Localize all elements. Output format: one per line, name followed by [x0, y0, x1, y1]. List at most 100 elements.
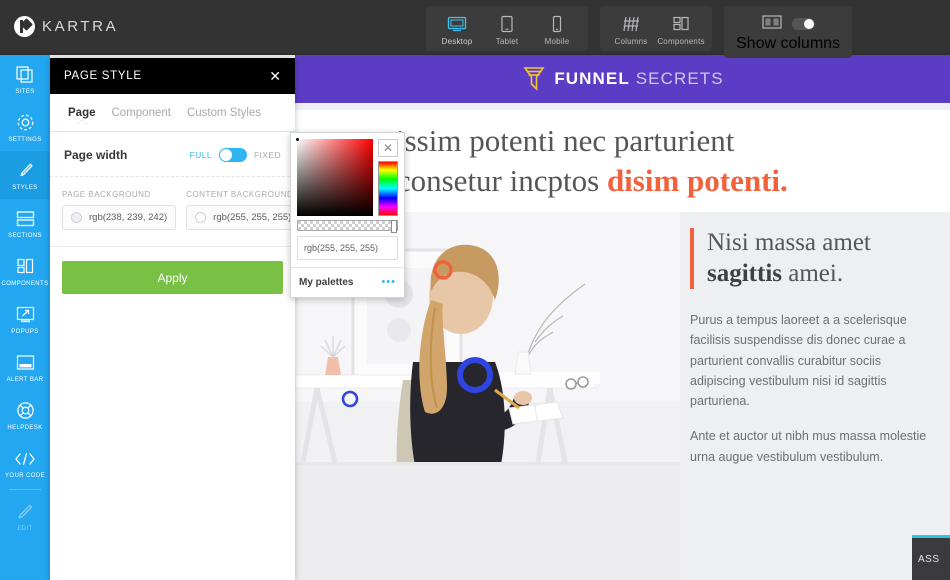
device-tablet-label: Tablet	[495, 37, 519, 46]
feature-heading: Nisi massa amet sagittis amei.	[690, 228, 940, 289]
hue-slider[interactable]	[378, 161, 398, 216]
top-toolbar: KARTRA Desktop Tablet Mobile Columns Com…	[0, 0, 950, 58]
close-icon[interactable]: ✕	[378, 139, 398, 157]
left-sidebar: SITES SETTINGS STYLES SECTIONS COMPONENT	[0, 55, 50, 580]
components-label: Components	[657, 37, 705, 46]
code-brackets-icon	[13, 448, 37, 470]
brand-logo[interactable]: KARTRA	[14, 16, 118, 37]
more-dots-icon[interactable]: •••	[381, 277, 396, 288]
sections-rows-icon	[15, 208, 36, 230]
tab-custom-styles[interactable]: Custom Styles	[179, 107, 269, 119]
show-columns-control[interactable]: Show columns	[732, 11, 844, 54]
popup-window-icon	[15, 304, 36, 326]
feature-text-column: Nisi massa amet sagittis amei. Purus a t…	[680, 212, 950, 580]
sidebar-item-helpdesk[interactable]: HELPDESK	[0, 391, 50, 439]
site-brand-light: SECRETS	[635, 69, 724, 88]
my-palettes-row: My palettes •••	[291, 267, 404, 297]
page-width-label: Page width	[64, 148, 128, 162]
feature-heading-line2: sagittis amei.	[707, 259, 940, 290]
page-background-caption: PAGE BACKGROUND	[62, 190, 151, 199]
my-palettes-label: My palettes	[299, 277, 354, 288]
lifebuoy-icon	[15, 400, 36, 422]
content-background-swatch[interactable]	[195, 212, 207, 223]
sidebar-item-sites[interactable]: SITES	[0, 55, 50, 103]
background-color-row: PAGE BACKGROUND rgb(238, 239, 242) CONTE…	[50, 177, 301, 247]
site-logo[interactable]: FUNNEL SECRETS	[521, 64, 723, 94]
sv-cursor-handle[interactable]	[295, 137, 300, 142]
page-background-field: PAGE BACKGROUND rgb(238, 239, 242)	[62, 190, 177, 230]
site-banner: FUNNEL SECRETS	[295, 55, 950, 103]
feature-paragraph-2: Ante et auctor ut nibh mus massa molesti…	[690, 429, 927, 464]
panel-body: Page width FULL FIXED PAGE BACKGROUND rg…	[50, 132, 301, 308]
tab-component[interactable]: Component	[104, 107, 179, 119]
alert-bar-icon	[15, 352, 36, 374]
sidebar-label-helpdesk: HELPDESK	[7, 424, 43, 431]
alpha-slider-handle[interactable]	[391, 220, 397, 233]
alpha-slider[interactable]	[297, 220, 398, 233]
sidebar-label-alert-bar: ALERT BAR	[6, 376, 44, 383]
sidebar-item-styles[interactable]: STYLES	[0, 151, 50, 199]
components-button[interactable]: Components	[657, 11, 705, 47]
page-background-input[interactable]: rgb(238, 239, 242)	[62, 205, 177, 230]
show-columns-label: Show columns	[736, 35, 841, 52]
sidebar-label-popups: POPUPS	[11, 328, 39, 335]
funnel-icon	[521, 64, 547, 94]
device-mobile-label: Mobile	[544, 37, 570, 46]
apply-button[interactable]: Apply	[62, 261, 283, 294]
content-background-field: CONTENT BACKGROUND rgb(255, 255, 255)	[186, 190, 301, 230]
components-blocks-icon	[15, 256, 36, 278]
page-background-swatch[interactable]	[71, 212, 82, 223]
sidebar-label-edit: EDIT	[17, 525, 33, 532]
color-picker-top: ✕	[291, 133, 404, 220]
show-columns-group: Show columns	[724, 6, 853, 58]
close-icon[interactable]: ✕	[269, 69, 281, 83]
device-desktop-button[interactable]: Desktop	[434, 11, 480, 47]
site-brand-bold: FUNNEL	[554, 69, 630, 88]
panel-title: PAGE STYLE	[64, 70, 142, 82]
columns-button[interactable]: Columns	[608, 11, 654, 47]
feature-heading-line1: Nisi massa amet	[707, 229, 871, 256]
feature-paragraph-1: Purus a tempus laoreet a a scelerisque f…	[690, 313, 907, 408]
sidebar-label-your-code: YOUR CODE	[5, 472, 45, 479]
feature-heading-bold: sagittis	[707, 259, 782, 287]
page-width-row: Page width FULL FIXED	[50, 132, 295, 177]
panel-tabs: Page Component Custom Styles	[50, 94, 295, 132]
sidebar-label-sites: SITES	[15, 88, 35, 95]
assistant-badge[interactable]: ASS	[912, 535, 950, 580]
device-tablet-button[interactable]: Tablet	[484, 11, 530, 47]
page-style-panel: PAGE STYLE ✕ Page Component Custom Style…	[50, 58, 301, 580]
sidebar-item-alert-bar[interactable]: ALERT BAR	[0, 343, 50, 391]
page-width-option-fixed[interactable]: FIXED	[254, 150, 281, 160]
sidebar-label-styles: STYLES	[12, 184, 38, 191]
content-background-input[interactable]: rgb(255, 255, 255)	[186, 205, 301, 230]
show-columns-toggle[interactable]	[792, 18, 816, 30]
sidebar-item-sections[interactable]: SECTIONS	[0, 199, 50, 247]
sidebar-label-settings: SETTINGS	[8, 136, 42, 143]
pencil-icon	[15, 501, 35, 523]
desktop-monitor-icon	[447, 13, 467, 35]
color-value-input[interactable]: rgb(255, 255, 255)	[297, 236, 398, 260]
kartra-page-builder: KARTRA Desktop Tablet Mobile Columns Com…	[0, 0, 950, 580]
two-column-icon	[761, 14, 783, 35]
sidebar-item-your-code[interactable]: YOUR CODE	[0, 439, 50, 487]
site-brand-text: FUNNEL SECRETS	[554, 69, 723, 89]
hero-heading-accent: disim potenti.	[606, 163, 788, 198]
sidebar-item-settings[interactable]: SETTINGS	[0, 103, 50, 151]
hero-heading-line1: gnissim potenti nec parturient	[365, 123, 735, 159]
gear-icon	[15, 112, 36, 134]
mobile-phone-icon	[551, 13, 563, 35]
sidebar-item-components[interactable]: COMPONENTS	[0, 247, 50, 295]
page-width-toggle-group[interactable]: FULL FIXED	[190, 148, 281, 162]
page-width-toggle[interactable]	[218, 148, 247, 162]
device-mobile-button[interactable]: Mobile	[534, 11, 580, 47]
components-blocks-icon	[671, 13, 691, 35]
kartra-k-logo-icon	[14, 16, 35, 37]
sidebar-item-popups[interactable]: POPUPS	[0, 295, 50, 343]
toolbar-groups: Desktop Tablet Mobile Columns Components…	[426, 6, 853, 58]
saturation-value-area[interactable]	[295, 137, 373, 216]
device-group: Desktop Tablet Mobile	[426, 6, 588, 51]
device-desktop-label: Desktop	[441, 37, 473, 46]
sidebar-item-edit: EDIT	[0, 492, 50, 540]
tab-page[interactable]: Page	[60, 107, 104, 119]
page-width-option-full[interactable]: FULL	[190, 150, 212, 160]
